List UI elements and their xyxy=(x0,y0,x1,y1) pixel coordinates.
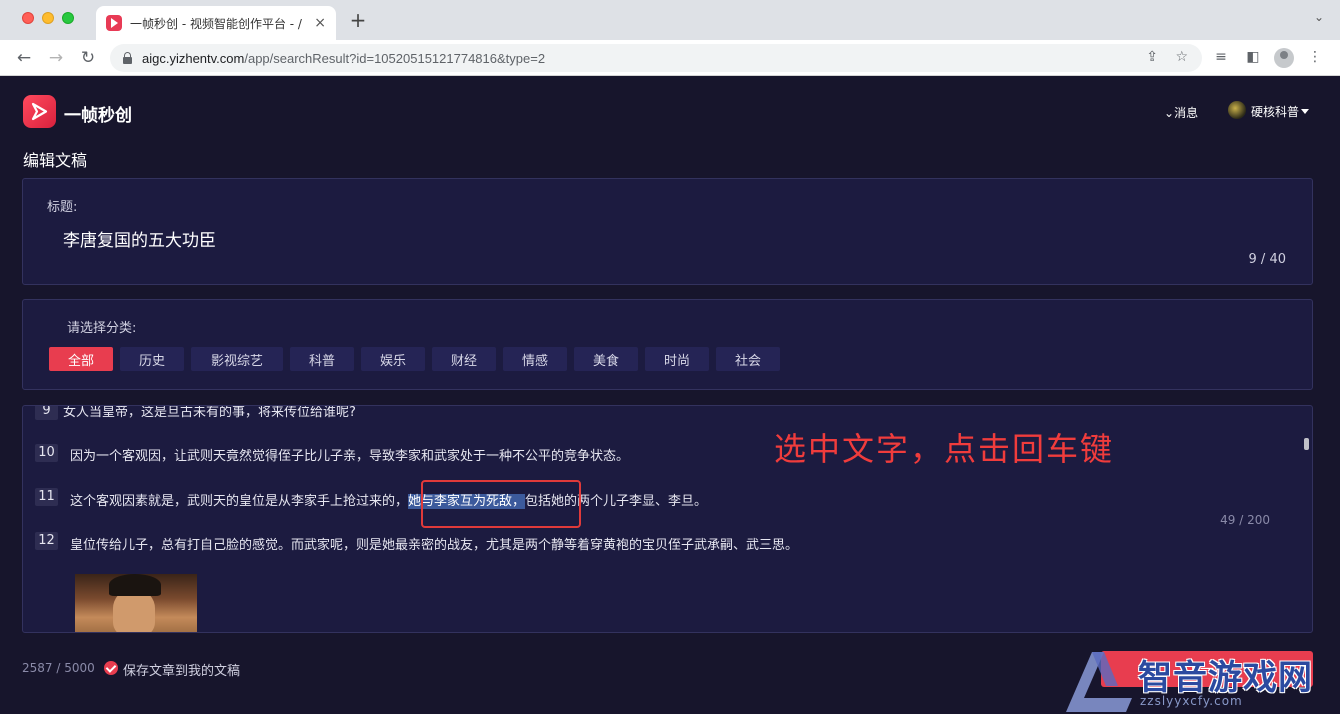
line-number: 10 xyxy=(35,444,58,462)
profile-avatar-icon[interactable] xyxy=(1274,48,1294,68)
window-zoom-button[interactable] xyxy=(62,12,74,24)
category-science[interactable]: 科普 xyxy=(290,347,354,371)
forward-arrow-icon[interactable]: → xyxy=(44,46,68,70)
lock-icon[interactable] xyxy=(122,52,132,64)
line-text[interactable]: 因为一个客观因，让武则天竟然觉得侄子比儿子亲，导致李家和武家处于一种不公平的竞争… xyxy=(70,445,629,464)
window-minimize-button[interactable] xyxy=(42,12,54,24)
category-fashion[interactable]: 时尚 xyxy=(645,347,709,371)
title-panel: 标题: 李唐复国的五大功臣 9 / 40 xyxy=(22,178,1313,285)
brand-name[interactable]: 一帧秒创 xyxy=(64,101,132,126)
category-society[interactable]: 社会 xyxy=(716,347,780,371)
share-icon[interactable]: ⇪ xyxy=(1146,49,1158,65)
highlight-annotation-box xyxy=(421,480,581,528)
category-all[interactable]: 全部 xyxy=(49,347,113,371)
category-film-variety[interactable]: 影视综艺 xyxy=(191,347,283,371)
category-finance[interactable]: 财经 xyxy=(432,347,496,371)
reading-list-icon[interactable]: ≡ xyxy=(1211,49,1231,65)
tab-search-chevron-icon[interactable]: ⌄ xyxy=(1314,10,1324,24)
side-panel-icon[interactable]: ◧ xyxy=(1243,49,1263,65)
site-favicon-icon xyxy=(106,15,122,31)
title-char-count: 9 / 40 xyxy=(1248,252,1286,267)
window-close-button[interactable] xyxy=(22,12,34,24)
user-name[interactable]: 硬核科普 xyxy=(1251,103,1299,120)
browser-tab-bar: 一帧秒创 - 视频智能创作平台 - / × + ⌄ xyxy=(0,0,1340,40)
scrollbar-thumb[interactable] xyxy=(1304,438,1309,450)
url-text: aigc.yizhentv.com/app/searchResult?id=10… xyxy=(142,50,546,66)
thumbnail-face xyxy=(113,590,155,632)
script-editor-panel[interactable]: 9 女人当皇帝，这是旦古未有的事，将来传位给谁呢? 10 因为一个客观因，让武则… xyxy=(22,405,1313,633)
line-text[interactable]: 女人当皇帝，这是旦古未有的事，将来传位给谁呢? xyxy=(63,406,356,420)
paragraph-count: 49 / 200 xyxy=(1220,513,1270,527)
category-list: 全部 历史 影视综艺 科普 娱乐 财经 情感 美食 时尚 社会 xyxy=(49,347,780,371)
bookmark-star-icon[interactable]: ☆ xyxy=(1175,49,1188,65)
app-root: 一帧秒创 ⌄消息 硬核科普 编辑文稿 标题: 李唐复国的五大功臣 9 / 40 … xyxy=(0,76,1340,714)
more-menu-icon[interactable]: ⋮ xyxy=(1305,49,1325,65)
line-number: 11 xyxy=(35,488,58,506)
tab-close-icon[interactable]: × xyxy=(314,15,326,31)
new-tab-button[interactable]: + xyxy=(346,8,370,32)
line-number: 12 xyxy=(35,532,58,550)
scene-thumbnail-image[interactable] xyxy=(75,574,197,632)
brand-logo-icon[interactable] xyxy=(23,95,56,128)
messages-link[interactable]: ⌄消息 xyxy=(1164,104,1198,121)
line-number: 9 xyxy=(35,406,58,420)
category-entertainment[interactable]: 娱乐 xyxy=(361,347,425,371)
category-emotion[interactable]: 情感 xyxy=(503,347,567,371)
category-history[interactable]: 历史 xyxy=(120,347,184,371)
line-text[interactable]: 这个客观因素就是，武则天的皇位是从李家手上抢过来的，她与李家互为死敌，包括她的两… xyxy=(70,490,707,509)
watermark-logo-icon xyxy=(1062,646,1140,714)
back-arrow-icon[interactable]: ← xyxy=(12,46,36,70)
save-checkbox-icon[interactable] xyxy=(104,661,118,675)
category-food[interactable]: 美食 xyxy=(574,347,638,371)
watermark-url: zzslyyxcfy.com xyxy=(1140,694,1243,708)
total-char-count: 2587 / 5000 xyxy=(22,661,95,675)
thumbnail-hat xyxy=(109,574,161,596)
tab-title: 一帧秒创 - 视频智能创作平台 - / xyxy=(130,16,302,31)
user-menu-caret-icon[interactable] xyxy=(1301,109,1309,114)
category-panel: 请选择分类: 全部 历史 影视综艺 科普 娱乐 财经 情感 美食 时尚 社会 xyxy=(22,299,1313,390)
address-bar[interactable]: aigc.yizhentv.com/app/searchResult?id=10… xyxy=(110,44,1202,72)
category-label: 请选择分类: xyxy=(67,321,137,336)
browser-toolbar: ← → ↻ aigc.yizhentv.com/app/searchResult… xyxy=(0,40,1340,76)
browser-tab[interactable]: 一帧秒创 - 视频智能创作平台 - / × xyxy=(96,6,336,40)
title-input[interactable]: 李唐复国的五大功臣 xyxy=(63,226,216,251)
instruction-annotation: 选中文字，点击回车键 xyxy=(774,430,1115,468)
save-to-drafts-label[interactable]: 保存文章到我的文稿 xyxy=(123,660,240,679)
watermark-text: 智音游戏网 xyxy=(1138,658,1313,698)
page-title: 编辑文稿 xyxy=(23,151,88,170)
user-avatar[interactable] xyxy=(1228,101,1246,119)
line-text[interactable]: 皇位传给儿子，总有打自己脸的感觉。而武家呢，则是她最亲密的战友，尤其是两个静等着… xyxy=(70,534,798,553)
title-label: 标题: xyxy=(47,200,78,215)
reload-icon[interactable]: ↻ xyxy=(76,46,100,70)
